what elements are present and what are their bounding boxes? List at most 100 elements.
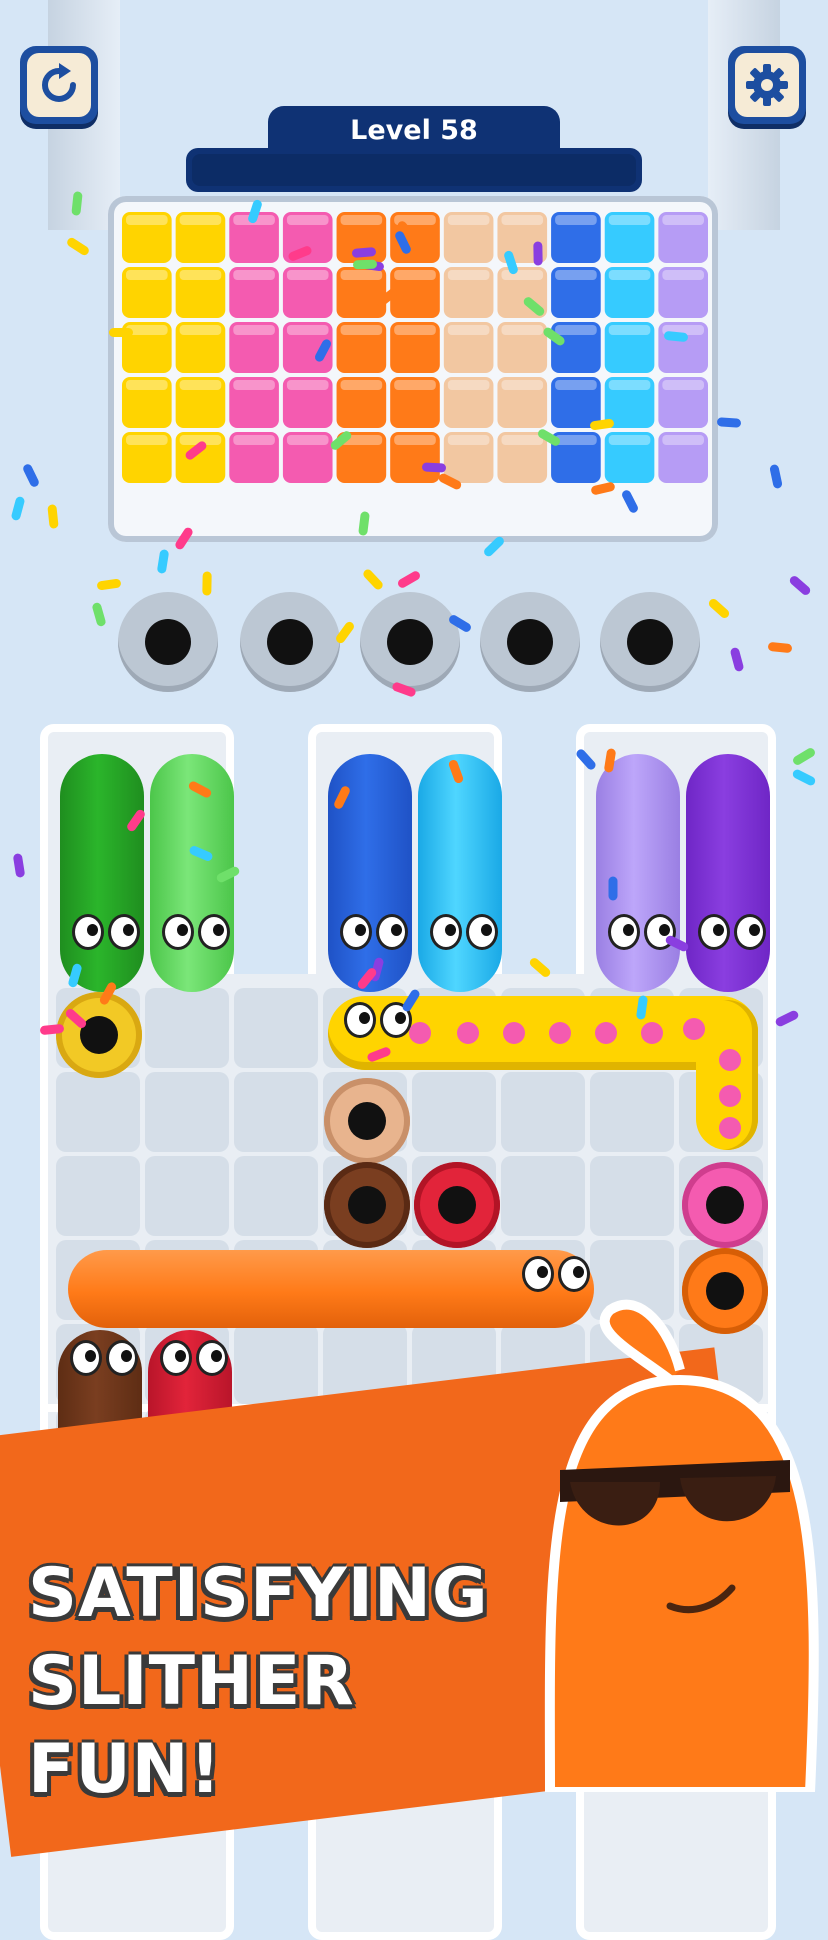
block-highlight bbox=[608, 215, 651, 225]
grid-cell bbox=[145, 1156, 229, 1236]
confetti-piece bbox=[12, 852, 26, 878]
level-label: Level 58 bbox=[268, 106, 560, 154]
block-highlight bbox=[501, 215, 544, 225]
block-highlight bbox=[179, 215, 222, 225]
block-highlight bbox=[233, 215, 275, 225]
block-highlight bbox=[286, 325, 329, 335]
block-highlight bbox=[501, 270, 544, 280]
confetti-piece bbox=[788, 574, 813, 597]
hole-slot bbox=[240, 592, 340, 692]
yellow-ring-slot[interactable] bbox=[56, 992, 142, 1078]
block-highlight bbox=[501, 435, 544, 445]
pink-ring-slot[interactable] bbox=[682, 1162, 768, 1248]
block-highlight bbox=[447, 325, 490, 335]
block-highlight bbox=[662, 270, 704, 280]
block-highlight bbox=[447, 270, 490, 280]
block-highlight bbox=[394, 325, 436, 335]
restart-button[interactable] bbox=[20, 46, 98, 124]
confetti-piece bbox=[91, 601, 107, 628]
block-highlight bbox=[286, 215, 329, 225]
confetti-piece bbox=[729, 647, 745, 673]
block-highlight bbox=[608, 270, 651, 280]
block-highlight bbox=[126, 215, 168, 225]
confetti-piece bbox=[769, 464, 784, 490]
confetti-piece bbox=[716, 417, 742, 428]
lavender-worm[interactable] bbox=[596, 754, 680, 992]
confetti-piece bbox=[767, 641, 792, 654]
confetti-piece bbox=[65, 235, 91, 257]
block-highlight bbox=[126, 435, 168, 445]
block-highlight bbox=[233, 270, 275, 280]
hole-slot bbox=[600, 592, 700, 692]
red-ring-slot[interactable] bbox=[414, 1162, 500, 1248]
block-highlight bbox=[233, 380, 275, 390]
worm-spot bbox=[683, 1018, 705, 1040]
block-highlight bbox=[662, 215, 704, 225]
block-highlight bbox=[662, 325, 704, 335]
worm-spot bbox=[595, 1022, 617, 1044]
grid-cell bbox=[590, 1156, 674, 1236]
grid-cell bbox=[234, 1156, 318, 1236]
confetti-piece bbox=[21, 463, 41, 489]
grid-cell bbox=[145, 988, 229, 1068]
green-worm[interactable] bbox=[60, 754, 144, 992]
block-highlight bbox=[447, 215, 490, 225]
grid-cell bbox=[145, 1072, 229, 1152]
block-highlight bbox=[233, 435, 275, 445]
hole-slot bbox=[480, 592, 580, 692]
block-highlight bbox=[662, 380, 704, 390]
block-highlight bbox=[394, 435, 436, 445]
block-highlight bbox=[179, 325, 222, 335]
block-highlight bbox=[286, 270, 329, 280]
block-highlight bbox=[555, 325, 597, 335]
block-highlight bbox=[608, 325, 651, 335]
light-green-worm[interactable] bbox=[150, 754, 234, 992]
grid-cell bbox=[56, 1156, 140, 1236]
confetti-piece bbox=[96, 578, 122, 591]
block-highlight bbox=[555, 435, 597, 445]
block-highlight bbox=[608, 435, 651, 445]
block-highlight bbox=[555, 215, 597, 225]
block-highlight bbox=[608, 380, 651, 390]
grid-cell bbox=[234, 1324, 318, 1404]
tagline-line-2: SLITHER FUN! bbox=[28, 1642, 355, 1809]
violet-worm[interactable] bbox=[686, 754, 770, 992]
block-highlight bbox=[501, 380, 544, 390]
block-highlight bbox=[179, 380, 222, 390]
orange-worm[interactable] bbox=[68, 1250, 594, 1328]
worm-spot bbox=[719, 1049, 741, 1071]
block-highlight bbox=[394, 215, 436, 225]
mascot-sunglasses-icon bbox=[544, 1299, 819, 1792]
brown-ring-slot[interactable] bbox=[324, 1162, 410, 1248]
block-highlight bbox=[340, 270, 383, 280]
block-highlight bbox=[286, 380, 329, 390]
block-highlight bbox=[126, 325, 168, 335]
confetti-piece bbox=[395, 569, 422, 590]
grid-cell bbox=[234, 988, 318, 1068]
blue-worm[interactable] bbox=[328, 754, 412, 992]
confetti-piece bbox=[791, 746, 817, 767]
block-highlight bbox=[340, 325, 383, 335]
hole-row bbox=[118, 592, 718, 700]
block-highlight bbox=[555, 270, 597, 280]
block-highlight bbox=[179, 435, 222, 445]
confetti-piece bbox=[10, 495, 26, 522]
grid-cell bbox=[501, 1156, 585, 1236]
hole-slot bbox=[118, 592, 218, 692]
block-highlight bbox=[340, 380, 383, 390]
worm-spot bbox=[409, 1022, 431, 1044]
worm-spot bbox=[719, 1085, 741, 1107]
block-grid bbox=[122, 212, 708, 483]
promo-tagline: SATISFYING SLITHER FUN! bbox=[28, 1550, 548, 1814]
grid-cell bbox=[56, 1072, 140, 1152]
hole-slot bbox=[360, 592, 460, 692]
confetti-piece bbox=[156, 549, 170, 575]
worm-spot bbox=[719, 1117, 741, 1139]
settings-button[interactable] bbox=[728, 46, 806, 124]
block-highlight bbox=[126, 270, 168, 280]
block-highlight bbox=[447, 380, 490, 390]
cyan-worm[interactable] bbox=[418, 754, 502, 992]
confetti-piece bbox=[791, 767, 818, 787]
confetti-piece bbox=[361, 568, 385, 592]
worm-spot bbox=[641, 1022, 663, 1044]
